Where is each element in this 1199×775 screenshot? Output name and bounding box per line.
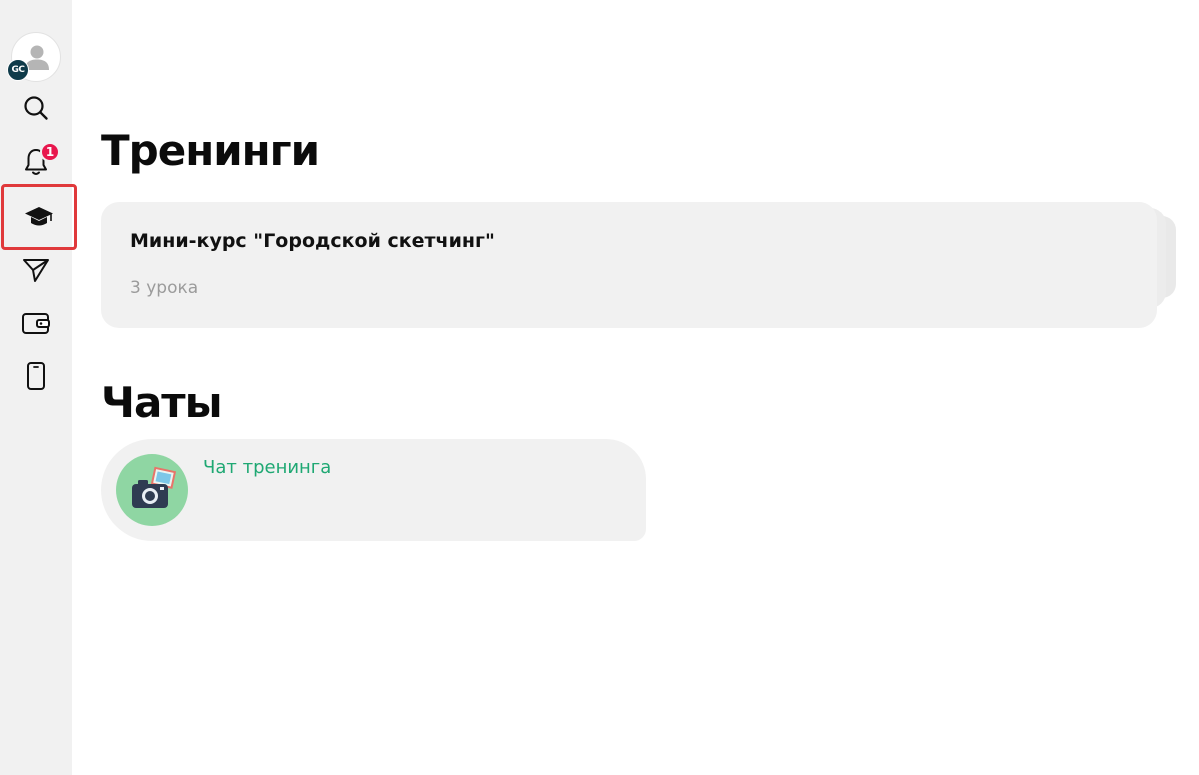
mobile-app-button[interactable] <box>10 354 62 398</box>
graduation-cap-icon <box>25 207 53 226</box>
search-button[interactable] <box>10 86 62 130</box>
course-lessons-count: 3 урока <box>130 278 199 298</box>
course-card[interactable]: Мини-курс "Городской скетчинг" 3 урока <box>101 202 1157 328</box>
phone-icon <box>27 362 45 390</box>
sidebar: GC 1 <box>0 0 77 775</box>
notifications-button[interactable]: 1 <box>10 140 62 184</box>
chat-item[interactable]: Чат тренинга <box>101 439 646 541</box>
trainings-title: Тренинги <box>101 126 320 175</box>
search-icon <box>24 96 48 120</box>
wallet-button[interactable] <box>10 301 62 345</box>
chats-title: Чаты <box>101 378 223 427</box>
send-icon <box>23 259 49 282</box>
chat-avatar <box>116 454 188 526</box>
wallet-icon <box>22 313 50 334</box>
messages-button[interactable] <box>10 248 62 292</box>
school-logo: GC <box>7 59 29 81</box>
chat-name: Чат тренинга <box>203 457 332 478</box>
camera-photo-icon <box>132 466 177 508</box>
course-title: Мини-курс "Городской скетчинг" <box>130 230 495 252</box>
profile-avatar[interactable]: GC <box>7 32 61 82</box>
notifications-badge: 1 <box>40 142 60 162</box>
trainings-nav-button[interactable] <box>1 184 77 250</box>
